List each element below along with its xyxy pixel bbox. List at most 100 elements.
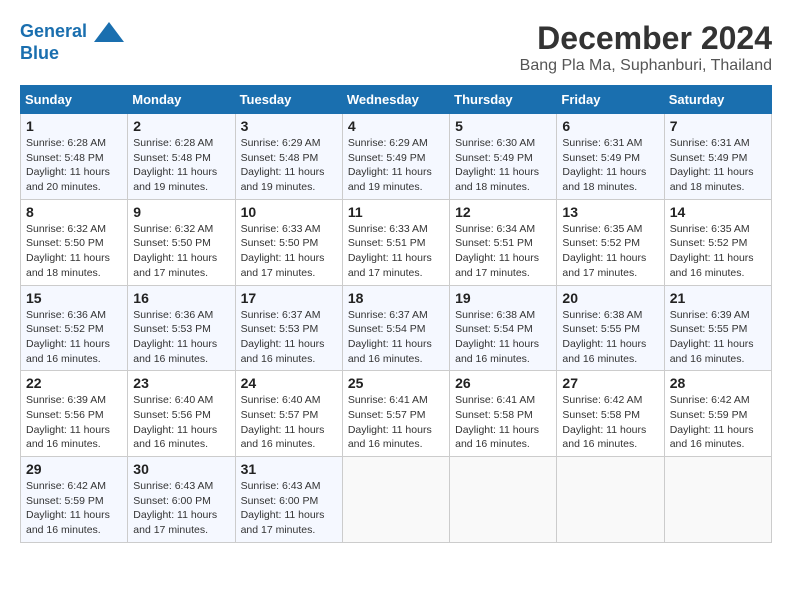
day-info: Sunrise: 6:35 AMSunset: 5:52 PMDaylight:… bbox=[670, 223, 754, 279]
day-number: 11 bbox=[348, 204, 444, 220]
logo-line2: Blue bbox=[20, 44, 124, 64]
calendar-cell: 13 Sunrise: 6:35 AMSunset: 5:52 PMDaylig… bbox=[557, 199, 664, 285]
calendar-cell: 15 Sunrise: 6:36 AMSunset: 5:52 PMDaylig… bbox=[21, 285, 128, 371]
calendar-cell: 12 Sunrise: 6:34 AMSunset: 5:51 PMDaylig… bbox=[450, 199, 557, 285]
day-number: 15 bbox=[26, 290, 122, 306]
day-info: Sunrise: 6:30 AMSunset: 5:49 PMDaylight:… bbox=[455, 137, 539, 193]
day-number: 23 bbox=[133, 375, 229, 391]
calendar-cell: 11 Sunrise: 6:33 AMSunset: 5:51 PMDaylig… bbox=[342, 199, 449, 285]
day-number: 7 bbox=[670, 118, 766, 134]
day-number: 16 bbox=[133, 290, 229, 306]
col-header-sunday: Sunday bbox=[21, 86, 128, 114]
day-info: Sunrise: 6:32 AMSunset: 5:50 PMDaylight:… bbox=[26, 223, 110, 279]
col-header-tuesday: Tuesday bbox=[235, 86, 342, 114]
col-header-friday: Friday bbox=[557, 86, 664, 114]
day-number: 25 bbox=[348, 375, 444, 391]
location-title: Bang Pla Ma, Suphanburi, Thailand bbox=[520, 57, 772, 75]
calendar-cell: 16 Sunrise: 6:36 AMSunset: 5:53 PMDaylig… bbox=[128, 285, 235, 371]
day-number: 13 bbox=[562, 204, 658, 220]
calendar-cell: 18 Sunrise: 6:37 AMSunset: 5:54 PMDaylig… bbox=[342, 285, 449, 371]
day-number: 4 bbox=[348, 118, 444, 134]
day-number: 22 bbox=[26, 375, 122, 391]
day-info: Sunrise: 6:38 AMSunset: 5:55 PMDaylight:… bbox=[562, 309, 646, 365]
col-header-monday: Monday bbox=[128, 86, 235, 114]
day-number: 3 bbox=[241, 118, 337, 134]
calendar-cell: 17 Sunrise: 6:37 AMSunset: 5:53 PMDaylig… bbox=[235, 285, 342, 371]
day-number: 5 bbox=[455, 118, 551, 134]
calendar-cell: 7 Sunrise: 6:31 AMSunset: 5:49 PMDayligh… bbox=[664, 114, 771, 200]
day-number: 12 bbox=[455, 204, 551, 220]
calendar-cell: 20 Sunrise: 6:38 AMSunset: 5:55 PMDaylig… bbox=[557, 285, 664, 371]
calendar-cell: 31 Sunrise: 6:43 AMSunset: 6:00 PMDaylig… bbox=[235, 457, 342, 543]
calendar-cell: 26 Sunrise: 6:41 AMSunset: 5:58 PMDaylig… bbox=[450, 371, 557, 457]
logo: General Blue bbox=[20, 20, 124, 64]
day-info: Sunrise: 6:37 AMSunset: 5:53 PMDaylight:… bbox=[241, 309, 325, 365]
calendar-cell: 8 Sunrise: 6:32 AMSunset: 5:50 PMDayligh… bbox=[21, 199, 128, 285]
day-info: Sunrise: 6:41 AMSunset: 5:58 PMDaylight:… bbox=[455, 394, 539, 450]
calendar-cell: 23 Sunrise: 6:40 AMSunset: 5:56 PMDaylig… bbox=[128, 371, 235, 457]
calendar-cell: 2 Sunrise: 6:28 AMSunset: 5:48 PMDayligh… bbox=[128, 114, 235, 200]
day-info: Sunrise: 6:34 AMSunset: 5:51 PMDaylight:… bbox=[455, 223, 539, 279]
logo-text: General bbox=[20, 20, 124, 44]
day-info: Sunrise: 6:40 AMSunset: 5:56 PMDaylight:… bbox=[133, 394, 217, 450]
day-number: 1 bbox=[26, 118, 122, 134]
day-number: 9 bbox=[133, 204, 229, 220]
calendar-cell: 21 Sunrise: 6:39 AMSunset: 5:55 PMDaylig… bbox=[664, 285, 771, 371]
day-info: Sunrise: 6:31 AMSunset: 5:49 PMDaylight:… bbox=[562, 137, 646, 193]
day-info: Sunrise: 6:39 AMSunset: 5:55 PMDaylight:… bbox=[670, 309, 754, 365]
day-number: 29 bbox=[26, 461, 122, 477]
day-info: Sunrise: 6:35 AMSunset: 5:52 PMDaylight:… bbox=[562, 223, 646, 279]
day-info: Sunrise: 6:31 AMSunset: 5:49 PMDaylight:… bbox=[670, 137, 754, 193]
col-header-saturday: Saturday bbox=[664, 86, 771, 114]
day-number: 30 bbox=[133, 461, 229, 477]
day-info: Sunrise: 6:42 AMSunset: 5:58 PMDaylight:… bbox=[562, 394, 646, 450]
calendar-cell: 24 Sunrise: 6:40 AMSunset: 5:57 PMDaylig… bbox=[235, 371, 342, 457]
calendar-cell: 19 Sunrise: 6:38 AMSunset: 5:54 PMDaylig… bbox=[450, 285, 557, 371]
calendar-cell: 30 Sunrise: 6:43 AMSunset: 6:00 PMDaylig… bbox=[128, 457, 235, 543]
col-header-wednesday: Wednesday bbox=[342, 86, 449, 114]
day-info: Sunrise: 6:33 AMSunset: 5:50 PMDaylight:… bbox=[241, 223, 325, 279]
calendar-cell bbox=[557, 457, 664, 543]
day-info: Sunrise: 6:41 AMSunset: 5:57 PMDaylight:… bbox=[348, 394, 432, 450]
day-number: 26 bbox=[455, 375, 551, 391]
logo-icon bbox=[94, 20, 124, 44]
calendar-cell: 22 Sunrise: 6:39 AMSunset: 5:56 PMDaylig… bbox=[21, 371, 128, 457]
calendar-table: SundayMondayTuesdayWednesdayThursdayFrid… bbox=[20, 85, 772, 543]
day-info: Sunrise: 6:28 AMSunset: 5:48 PMDaylight:… bbox=[26, 137, 110, 193]
day-info: Sunrise: 6:43 AMSunset: 6:00 PMDaylight:… bbox=[241, 480, 325, 536]
calendar-cell bbox=[342, 457, 449, 543]
col-header-thursday: Thursday bbox=[450, 86, 557, 114]
day-info: Sunrise: 6:42 AMSunset: 5:59 PMDaylight:… bbox=[670, 394, 754, 450]
title-area: December 2024 Bang Pla Ma, Suphanburi, T… bbox=[520, 20, 772, 75]
day-number: 27 bbox=[562, 375, 658, 391]
day-info: Sunrise: 6:36 AMSunset: 5:52 PMDaylight:… bbox=[26, 309, 110, 365]
day-info: Sunrise: 6:33 AMSunset: 5:51 PMDaylight:… bbox=[348, 223, 432, 279]
calendar-cell: 27 Sunrise: 6:42 AMSunset: 5:58 PMDaylig… bbox=[557, 371, 664, 457]
calendar-cell: 5 Sunrise: 6:30 AMSunset: 5:49 PMDayligh… bbox=[450, 114, 557, 200]
day-number: 28 bbox=[670, 375, 766, 391]
day-info: Sunrise: 6:43 AMSunset: 6:00 PMDaylight:… bbox=[133, 480, 217, 536]
day-number: 19 bbox=[455, 290, 551, 306]
calendar-cell: 6 Sunrise: 6:31 AMSunset: 5:49 PMDayligh… bbox=[557, 114, 664, 200]
calendar-cell: 1 Sunrise: 6:28 AMSunset: 5:48 PMDayligh… bbox=[21, 114, 128, 200]
day-info: Sunrise: 6:37 AMSunset: 5:54 PMDaylight:… bbox=[348, 309, 432, 365]
calendar-cell: 28 Sunrise: 6:42 AMSunset: 5:59 PMDaylig… bbox=[664, 371, 771, 457]
day-number: 14 bbox=[670, 204, 766, 220]
calendar-cell: 3 Sunrise: 6:29 AMSunset: 5:48 PMDayligh… bbox=[235, 114, 342, 200]
day-number: 17 bbox=[241, 290, 337, 306]
calendar-cell: 25 Sunrise: 6:41 AMSunset: 5:57 PMDaylig… bbox=[342, 371, 449, 457]
day-info: Sunrise: 6:29 AMSunset: 5:48 PMDaylight:… bbox=[241, 137, 325, 193]
month-title: December 2024 bbox=[520, 20, 772, 57]
day-number: 6 bbox=[562, 118, 658, 134]
calendar-cell bbox=[664, 457, 771, 543]
day-number: 8 bbox=[26, 204, 122, 220]
day-number: 18 bbox=[348, 290, 444, 306]
calendar-cell: 9 Sunrise: 6:32 AMSunset: 5:50 PMDayligh… bbox=[128, 199, 235, 285]
page-header: General Blue December 2024 Bang Pla Ma, … bbox=[20, 20, 772, 75]
day-info: Sunrise: 6:39 AMSunset: 5:56 PMDaylight:… bbox=[26, 394, 110, 450]
day-info: Sunrise: 6:36 AMSunset: 5:53 PMDaylight:… bbox=[133, 309, 217, 365]
day-info: Sunrise: 6:42 AMSunset: 5:59 PMDaylight:… bbox=[26, 480, 110, 536]
day-info: Sunrise: 6:38 AMSunset: 5:54 PMDaylight:… bbox=[455, 309, 539, 365]
day-number: 10 bbox=[241, 204, 337, 220]
calendar-cell bbox=[450, 457, 557, 543]
